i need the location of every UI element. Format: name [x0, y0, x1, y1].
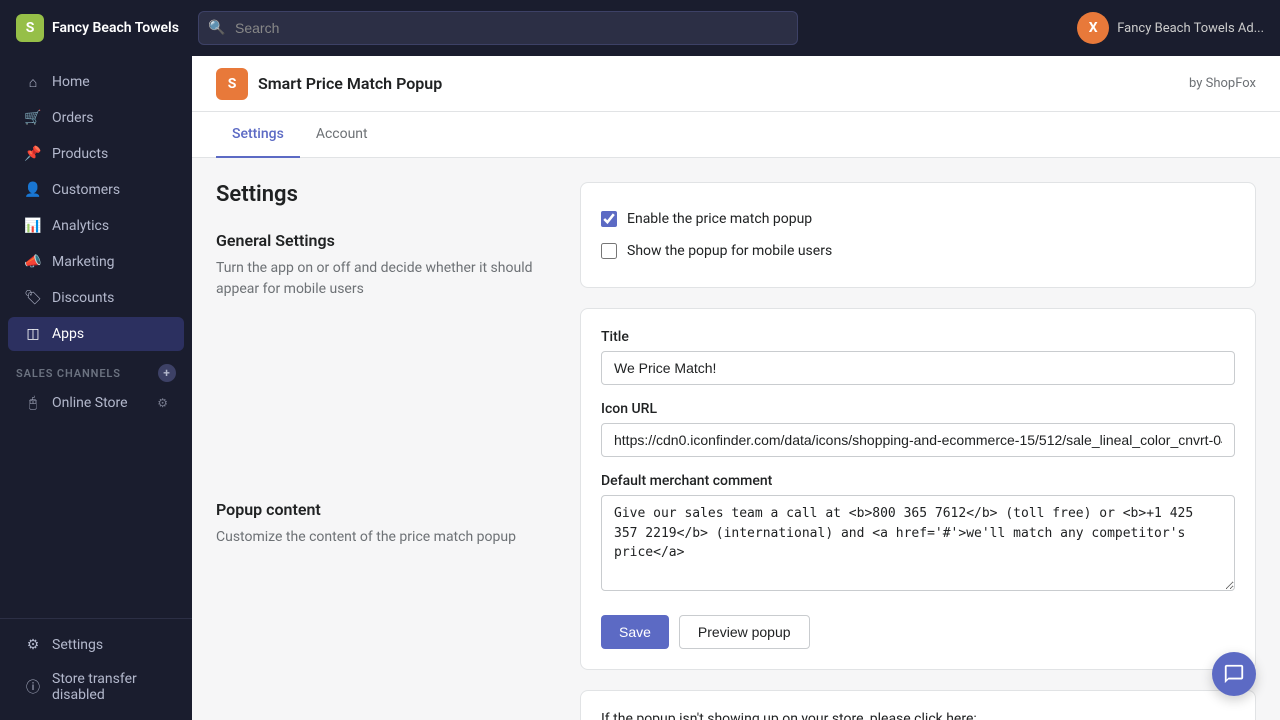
- shopify-icon: S: [16, 14, 44, 42]
- general-settings-title: General Settings: [216, 231, 556, 250]
- mobile-popup-row: Show the popup for mobile users: [601, 235, 1235, 267]
- enable-popup-row: Enable the price match popup: [601, 203, 1235, 235]
- avatar: X: [1077, 12, 1109, 44]
- general-settings-card: Enable the price match popup Show the po…: [580, 182, 1256, 288]
- icon-url-label: Icon URL: [601, 401, 1235, 417]
- chat-icon: [1223, 663, 1245, 685]
- add-sales-channel-button[interactable]: +: [158, 364, 176, 382]
- apps-icon: ◫: [24, 325, 42, 343]
- topbar-right: X Fancy Beach Towels Ad...: [1077, 12, 1264, 44]
- app-by: by ShopFox: [1189, 76, 1256, 91]
- title-label: Title: [601, 329, 1235, 345]
- search-container: 🔍: [198, 11, 798, 45]
- sidebar-label-discounts: Discounts: [52, 290, 114, 306]
- app-header: S Smart Price Match Popup by ShopFox: [192, 56, 1280, 112]
- sidebar-label-home: Home: [52, 74, 90, 90]
- content-area: S Smart Price Match Popup by ShopFox Set…: [192, 56, 1280, 720]
- online-store-gear-icon[interactable]: ⚙: [157, 396, 168, 410]
- page-right: Enable the price match popup Show the po…: [580, 182, 1256, 720]
- icon-url-input[interactable]: [601, 423, 1235, 457]
- page-heading: Settings: [216, 182, 556, 207]
- sidebar-bottom: ⚙ Settings ⓘ Store transfer disabled: [0, 618, 192, 712]
- advanced-settings-card: If the popup isn't showing up on your st…: [580, 690, 1256, 720]
- enable-popup-label[interactable]: Enable the price match popup: [627, 211, 812, 227]
- icon-url-group: Icon URL: [601, 401, 1235, 457]
- sidebar-label-products: Products: [52, 146, 108, 162]
- sidebar-item-discounts[interactable]: 🏷 Discounts: [8, 281, 184, 315]
- sidebar-item-online-store[interactable]: 🖰 Online Store ⚙: [8, 387, 184, 419]
- chat-bubble-button[interactable]: [1212, 652, 1256, 696]
- mobile-popup-label[interactable]: Show the popup for mobile users: [627, 243, 832, 259]
- tab-account[interactable]: Account: [300, 112, 384, 158]
- comment-textarea[interactable]: Give our sales team a call at <b>800 365…: [601, 495, 1235, 591]
- brand-name: Fancy Beach Towels: [52, 20, 179, 36]
- search-input[interactable]: [198, 11, 798, 45]
- sidebar-label-apps: Apps: [52, 326, 84, 342]
- info-icon: ⓘ: [24, 678, 42, 696]
- popup-content-actions: Save Preview popup: [601, 615, 1235, 649]
- sidebar-item-marketing[interactable]: 📣 Marketing: [8, 245, 184, 279]
- sales-channels-label: SALES CHANNELS +: [0, 352, 192, 386]
- sidebar-label-settings: Settings: [52, 637, 103, 653]
- title-group: Title: [601, 329, 1235, 385]
- sidebar-item-settings[interactable]: ⚙ Settings: [8, 628, 184, 662]
- popup-content-desc: Customize the content of the price match…: [216, 527, 556, 548]
- online-store-icon: 🖰: [24, 394, 42, 412]
- brand: S Fancy Beach Towels: [16, 14, 186, 42]
- search-icon: 🔍: [208, 20, 225, 36]
- app-title: Smart Price Match Popup: [258, 74, 442, 93]
- sidebar-item-apps[interactable]: ◫ Apps: [8, 317, 184, 351]
- sidebar-label-online-store: Online Store: [52, 395, 128, 411]
- customers-icon: 👤: [24, 181, 42, 199]
- save-button[interactable]: Save: [601, 615, 669, 649]
- orders-icon: 🛒: [24, 109, 42, 127]
- preview-popup-button[interactable]: Preview popup: [679, 615, 810, 649]
- sidebar: ⌂ Home 🛒 Orders 📌 Products 👤 Customers 📊…: [0, 56, 192, 720]
- app-header-left: S Smart Price Match Popup: [216, 68, 442, 100]
- general-settings-section: General Settings Turn the app on or off …: [216, 231, 556, 300]
- popup-content-title: Popup content: [216, 500, 556, 519]
- marketing-icon: 📣: [24, 253, 42, 271]
- tab-settings[interactable]: Settings: [216, 112, 300, 158]
- sidebar-label-marketing: Marketing: [52, 254, 115, 270]
- advanced-notice: If the popup isn't showing up on your st…: [601, 711, 1235, 720]
- tabs-bar: Settings Account: [192, 112, 1280, 158]
- sidebar-label-orders: Orders: [52, 110, 94, 126]
- page-body: Settings General Settings Turn the app o…: [192, 158, 1280, 720]
- enable-popup-checkbox[interactable]: [601, 211, 617, 227]
- popup-content-section: Popup content Customize the content of t…: [216, 500, 556, 548]
- comment-group: Default merchant comment Give our sales …: [601, 473, 1235, 595]
- sidebar-item-home[interactable]: ⌂ Home: [8, 65, 184, 99]
- settings-icon: ⚙: [24, 636, 42, 654]
- mobile-popup-checkbox[interactable]: [601, 243, 617, 259]
- topbar: S Fancy Beach Towels 🔍 X Fancy Beach Tow…: [0, 0, 1280, 56]
- discounts-icon: 🏷: [24, 289, 42, 307]
- app-logo: S: [216, 68, 248, 100]
- sidebar-item-analytics[interactable]: 📊 Analytics: [8, 209, 184, 243]
- title-input[interactable]: [601, 351, 1235, 385]
- analytics-icon: 📊: [24, 217, 42, 235]
- comment-label: Default merchant comment: [601, 473, 1235, 489]
- products-icon: 📌: [24, 145, 42, 163]
- sidebar-item-customers[interactable]: 👤 Customers: [8, 173, 184, 207]
- general-settings-desc: Turn the app on or off and decide whethe…: [216, 258, 556, 300]
- main-layout: ⌂ Home 🛒 Orders 📌 Products 👤 Customers 📊…: [0, 56, 1280, 720]
- home-icon: ⌂: [24, 73, 42, 91]
- sidebar-item-orders[interactable]: 🛒 Orders: [8, 101, 184, 135]
- sidebar-item-store-transfer[interactable]: ⓘ Store transfer disabled: [8, 663, 184, 711]
- sidebar-label-customers: Customers: [52, 182, 120, 198]
- store-name: Fancy Beach Towels Ad...: [1117, 21, 1264, 36]
- sidebar-label-store-transfer: Store transfer disabled: [52, 671, 168, 703]
- sidebar-item-products[interactable]: 📌 Products: [8, 137, 184, 171]
- sidebar-label-analytics: Analytics: [52, 218, 109, 234]
- popup-content-card: Title Icon URL Default merchant comment …: [580, 308, 1256, 670]
- page-left: Settings General Settings Turn the app o…: [216, 182, 556, 720]
